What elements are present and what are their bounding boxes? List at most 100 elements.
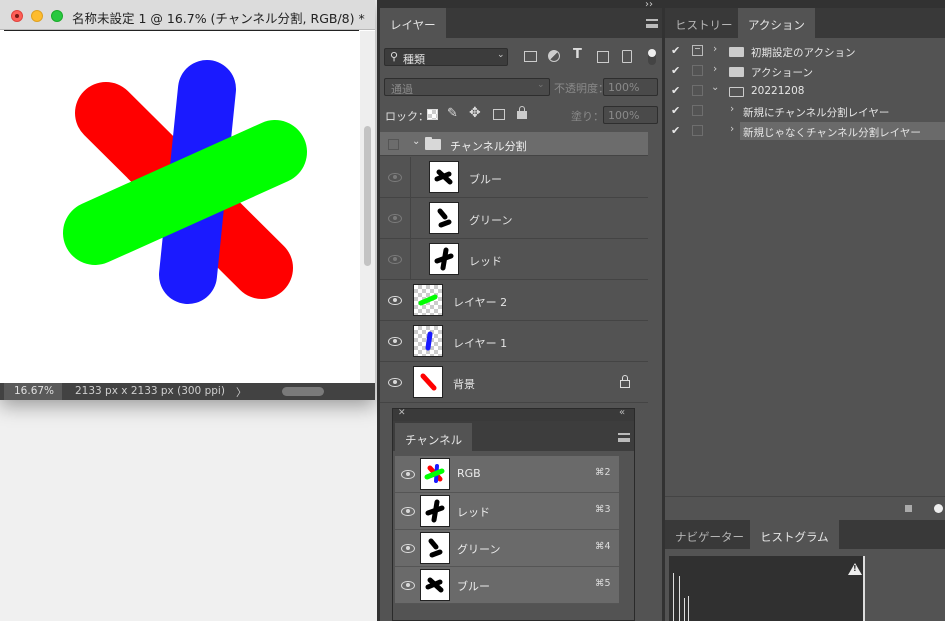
vertical-scroll-thumb[interactable] <box>364 126 371 266</box>
actions-list: ✔ › 初期設定のアクション ✔ › アクショーン ✔ ⌄ 20221208 ✔… <box>665 41 945 151</box>
channel-name: ブルー <box>457 580 490 593</box>
stop-icon[interactable] <box>905 505 912 512</box>
layers-panel-tabbar: レイヤー <box>380 8 662 38</box>
document-titlebar[interactable]: 名称未設定 1 @ 16.7% (チャンネル分割, RGB/8) * <box>0 0 375 30</box>
collapse-panel-icon[interactable]: « <box>619 407 625 418</box>
layer-row[interactable]: レイヤー 1 <box>380 321 648 362</box>
eye-icon[interactable] <box>401 507 415 516</box>
lock-position-move-icon[interactable]: ✥ <box>469 105 481 121</box>
check-icon[interactable]: ✔ <box>671 44 680 57</box>
layer-visibility-toggle[interactable] <box>380 157 410 197</box>
shape-filter-icon[interactable] <box>597 51 609 63</box>
canvas[interactable] <box>4 31 359 383</box>
tab-channels[interactable]: チャンネル <box>395 423 473 451</box>
channel-shortcut: ⌘3 <box>595 504 611 515</box>
tab-layers[interactable]: レイヤー <box>380 8 446 38</box>
folder-icon <box>729 47 744 57</box>
red-stroke-thumb <box>420 373 437 391</box>
pixel-layer-filter-icon[interactable] <box>524 51 537 62</box>
zoom-window-icon[interactable] <box>51 10 63 22</box>
horizontal-scroll-thumb[interactable] <box>282 387 324 396</box>
dialog-toggle-icon[interactable] <box>692 65 703 76</box>
channel-row[interactable]: レッド ⌘3 <box>395 493 619 530</box>
check-icon[interactable]: ✔ <box>671 84 680 97</box>
lock-artboard-icon[interactable] <box>493 109 505 120</box>
eye-icon[interactable] <box>401 581 415 590</box>
close-panel-icon[interactable]: ✕ <box>398 408 406 418</box>
action-set-row[interactable]: ✔ ⌄ 20221208 <box>665 81 945 101</box>
action-row-selected[interactable]: ✔ › 新規じゃなくチャンネル分割レイヤー <box>665 121 945 141</box>
record-icon[interactable] <box>934 504 943 513</box>
layer-filter-value: 種類 <box>403 53 425 66</box>
adjustment-filter-icon[interactable] <box>548 50 560 62</box>
warning-icon[interactable]: ! <box>848 563 862 575</box>
dialog-toggle-icon[interactable] <box>692 105 703 116</box>
eye-icon[interactable] <box>401 544 415 553</box>
panel-menu-icon[interactable] <box>646 19 658 28</box>
dialog-toggle-icon[interactable] <box>692 45 703 56</box>
layer-thumbnail <box>429 161 459 193</box>
layer-visibility-toggle[interactable] <box>380 198 410 238</box>
histogram-bar <box>863 556 865 621</box>
action-row[interactable]: ✔ › 新規にチャンネル分割レイヤー <box>665 101 945 121</box>
layer-row[interactable]: レッド <box>380 239 648 280</box>
panel-menu-icon[interactable] <box>618 433 630 442</box>
close-window-icon[interactable] <box>11 10 23 22</box>
visibility-off-icon[interactable] <box>388 139 399 150</box>
action-label: 新規にチャンネル分割レイヤー <box>743 107 890 119</box>
layer-row[interactable]: レイヤー 2 <box>380 280 648 321</box>
eye-icon <box>388 214 402 223</box>
chevron-down-icon[interactable]: ⌄ <box>711 82 719 93</box>
check-icon[interactable]: ✔ <box>671 124 680 137</box>
tab-histogram[interactable]: ヒストグラム <box>750 520 839 549</box>
layer-visibility-toggle[interactable] <box>380 362 410 402</box>
fill-value: 100% <box>608 109 640 122</box>
layer-filter-dropdown[interactable]: ⚲ 種類 ⌄ <box>384 48 508 66</box>
blend-mode-dropdown[interactable]: 通過 ⌄ <box>384 78 550 96</box>
check-icon[interactable]: ✔ <box>671 64 680 77</box>
type-filter-icon[interactable]: T <box>573 47 582 62</box>
layer-row[interactable]: 背景 <box>380 362 648 403</box>
layer-row[interactable]: グリーン <box>380 198 648 239</box>
channel-row[interactable]: RGB ⌘2 <box>395 456 619 493</box>
chevron-right-icon[interactable]: › <box>713 63 717 75</box>
lock-image-brush-icon[interactable]: ✎ <box>447 106 458 121</box>
check-icon[interactable]: ✔ <box>671 104 680 117</box>
layer-visibility-toggle[interactable] <box>380 321 410 361</box>
channel-row[interactable]: グリーン ⌘4 <box>395 530 619 567</box>
layer-visibility-toggle[interactable] <box>380 280 410 320</box>
status-menu-chevron[interactable]: 〉 <box>236 385 247 400</box>
tab-history[interactable]: ヒストリー <box>665 8 743 38</box>
navigator-histogram-panel: ナビゲーター ヒストグラム ! <box>665 520 945 621</box>
chevron-down-icon[interactable]: ⌄ <box>412 136 420 147</box>
lock-icon[interactable] <box>620 375 630 388</box>
vertical-scrollbar[interactable] <box>360 31 375 383</box>
dialog-toggle-icon[interactable] <box>692 85 703 96</box>
action-set-row[interactable]: ✔ › アクショーン <box>665 61 945 81</box>
action-set-row[interactable]: ✔ › 初期設定のアクション <box>665 41 945 61</box>
lock-all-icon[interactable] <box>517 106 527 120</box>
smart-object-filter-icon[interactable] <box>622 50 632 63</box>
layer-visibility-toggle[interactable] <box>380 239 410 279</box>
fill-field[interactable]: 100% <box>603 106 658 124</box>
history-tabbar: ヒストリー アクション <box>665 8 945 38</box>
chevron-right-icon[interactable]: › <box>730 103 734 115</box>
navigator-tabbar: ナビゲーター ヒストグラム <box>665 520 945 549</box>
minimize-window-icon[interactable] <box>31 10 43 22</box>
tab-actions[interactable]: アクション <box>738 8 815 38</box>
zoom-level-field[interactable]: 16.67% <box>4 383 62 400</box>
filter-toggle[interactable] <box>648 49 656 65</box>
channel-shortcut: ⌘2 <box>595 467 611 478</box>
tab-navigator[interactable]: ナビゲーター <box>665 520 754 549</box>
channel-row[interactable]: ブルー ⌘5 <box>395 567 619 604</box>
dialog-toggle-icon[interactable] <box>692 125 703 136</box>
eye-icon[interactable] <box>401 470 415 479</box>
layer-row[interactable]: ブルー <box>380 157 648 198</box>
channels-panel-header[interactable]: ✕ « <box>393 407 634 421</box>
opacity-field[interactable]: 100% <box>603 78 658 96</box>
chevron-right-icon[interactable]: › <box>730 123 734 135</box>
lock-transparent-icon[interactable] <box>427 109 438 120</box>
layer-group-row[interactable]: ⌄ チャンネル分割 <box>380 132 648 156</box>
chevron-right-icon[interactable]: › <box>713 43 717 55</box>
channel-thumbnail <box>420 458 450 490</box>
